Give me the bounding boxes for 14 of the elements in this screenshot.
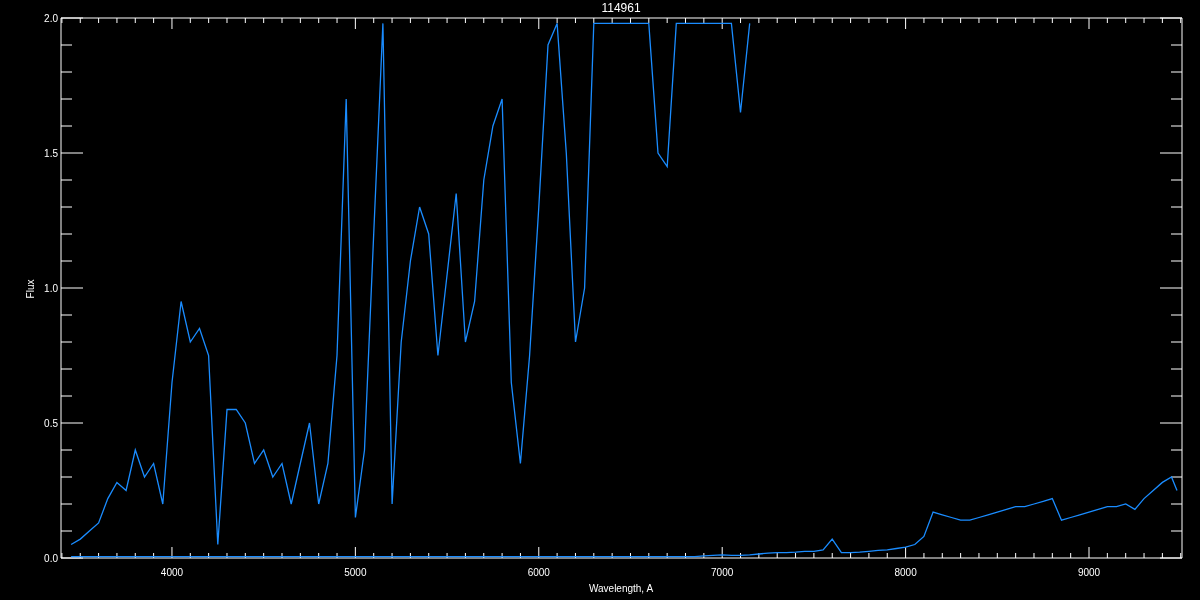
- tick-label: 6000: [527, 567, 550, 578]
- tick-label: 0.5: [44, 418, 58, 429]
- tick-label: 2.0: [44, 13, 58, 24]
- tick-label: 9000: [1077, 567, 1101, 578]
- tick-label: 8000: [894, 567, 917, 578]
- axis-label: Flux: [25, 279, 36, 299]
- tick-label: 5000: [344, 567, 367, 578]
- tick-label: 1.5: [44, 148, 58, 159]
- tick-label: 1.0: [44, 283, 58, 294]
- chart-title: 114961: [601, 1, 641, 15]
- axis-label: Wavelength, A: [588, 583, 654, 594]
- tick-label: 0.0: [44, 553, 58, 564]
- tick-label: 7000: [711, 567, 734, 578]
- tick-label: 4000: [160, 567, 184, 578]
